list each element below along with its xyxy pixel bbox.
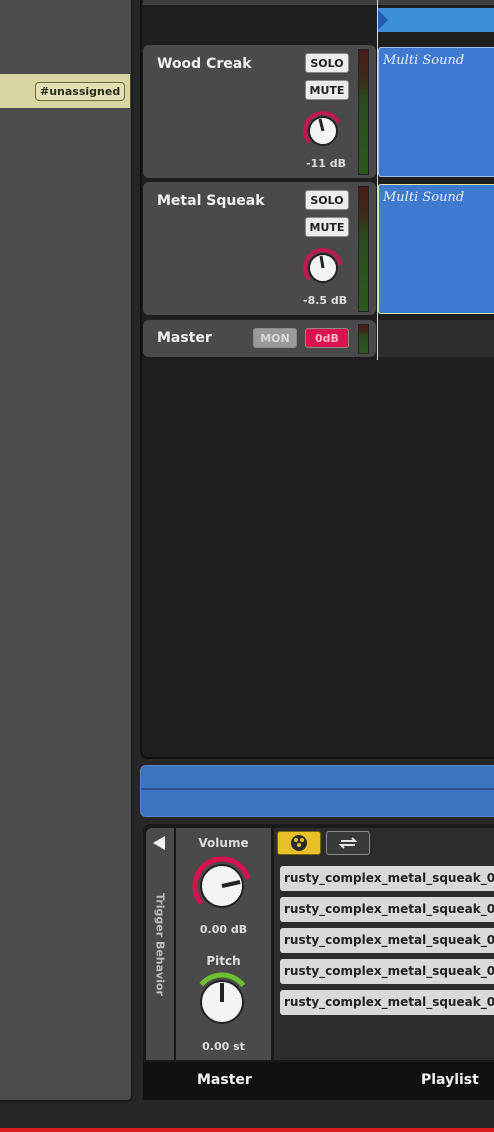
pitch-value: 0.00 st: [202, 1040, 245, 1053]
playlist-item[interactable]: rusty_complex_metal_squeak_03: [280, 897, 494, 922]
playhead-marker-icon[interactable]: [378, 10, 388, 30]
footer-master-tab[interactable]: Master: [197, 1072, 252, 1088]
volume-knob-icon[interactable]: [301, 244, 345, 288]
timeline-ruler: [143, 0, 494, 5]
collapse-arrow-icon[interactable]: [153, 836, 165, 850]
playlist-item[interactable]: rusty_complex_metal_squeak_04: [280, 928, 494, 953]
playlist-item[interactable]: rusty_complex_metal_squeak_07: [280, 990, 494, 1015]
mute-button[interactable]: MUTE: [305, 80, 349, 100]
volume-label: Volume: [198, 836, 249, 850]
volume-readout: -8.5 dB: [303, 294, 348, 307]
volume-readout: -11 dB: [306, 157, 346, 170]
volume-value: 0.00 dB: [199, 923, 248, 936]
playhead[interactable]: [377, 0, 378, 360]
clip-label: Multi Sound: [383, 53, 465, 68]
unassigned-tag[interactable]: #unassigned: [35, 82, 126, 101]
shuffle-icon: [291, 835, 307, 851]
volume-knob-icon[interactable]: [301, 107, 345, 151]
level-meter: [358, 186, 369, 312]
loop-button[interactable]: [326, 831, 370, 855]
track-metal-squeak[interactable]: Metal Squeak SOLO MUTE -8.5 dB: [143, 182, 376, 315]
trigger-behavior-label: Trigger Behavior: [153, 893, 167, 996]
volume-knob-icon[interactable]: [190, 852, 254, 916]
master-track-name: Master: [157, 330, 212, 346]
solo-button[interactable]: SOLO: [305, 53, 349, 73]
mute-button[interactable]: MUTE: [305, 217, 349, 237]
volume-pitch-panel: Volume 0.00 dB Pitch 0.00 st: [176, 828, 271, 1060]
bottom-accent-line: [0, 1128, 494, 1132]
level-meter: [358, 49, 369, 175]
track-name: Metal Squeak: [157, 193, 265, 209]
shuffle-button[interactable]: [277, 831, 321, 855]
trigger-behavior-panel[interactable]: Trigger Behavior: [146, 828, 174, 1060]
monitor-button[interactable]: MON: [253, 328, 297, 348]
master-lane: [378, 320, 494, 357]
loop-icon: [338, 837, 358, 849]
clip-label: Multi Sound: [383, 190, 465, 205]
event-browser-panel: [0, 0, 133, 1102]
playlist-item[interactable]: rusty_complex_metal_squeak_02: [280, 866, 494, 891]
overview-scrollbar[interactable]: [140, 765, 494, 817]
solo-button[interactable]: SOLO: [305, 190, 349, 210]
track-wood-creak[interactable]: Wood Creak SOLO MUTE -11 dB: [143, 45, 376, 178]
clip-multi-sound[interactable]: Multi Sound: [378, 184, 494, 314]
footer-playlist-tab[interactable]: Playlist: [421, 1072, 479, 1088]
playlist-item[interactable]: rusty_complex_metal_squeak_06: [280, 959, 494, 984]
clip-multi-sound[interactable]: Multi Sound: [378, 47, 494, 177]
loop-region[interactable]: [378, 8, 494, 32]
pitch-label: Pitch: [206, 954, 241, 968]
zero-db-button[interactable]: 0dB: [305, 328, 349, 348]
track-name: Wood Creak: [157, 56, 252, 72]
pitch-knob-icon[interactable]: [190, 968, 254, 1032]
master-level-meter: [358, 324, 369, 354]
master-track[interactable]: Master MON 0dB: [143, 320, 376, 357]
